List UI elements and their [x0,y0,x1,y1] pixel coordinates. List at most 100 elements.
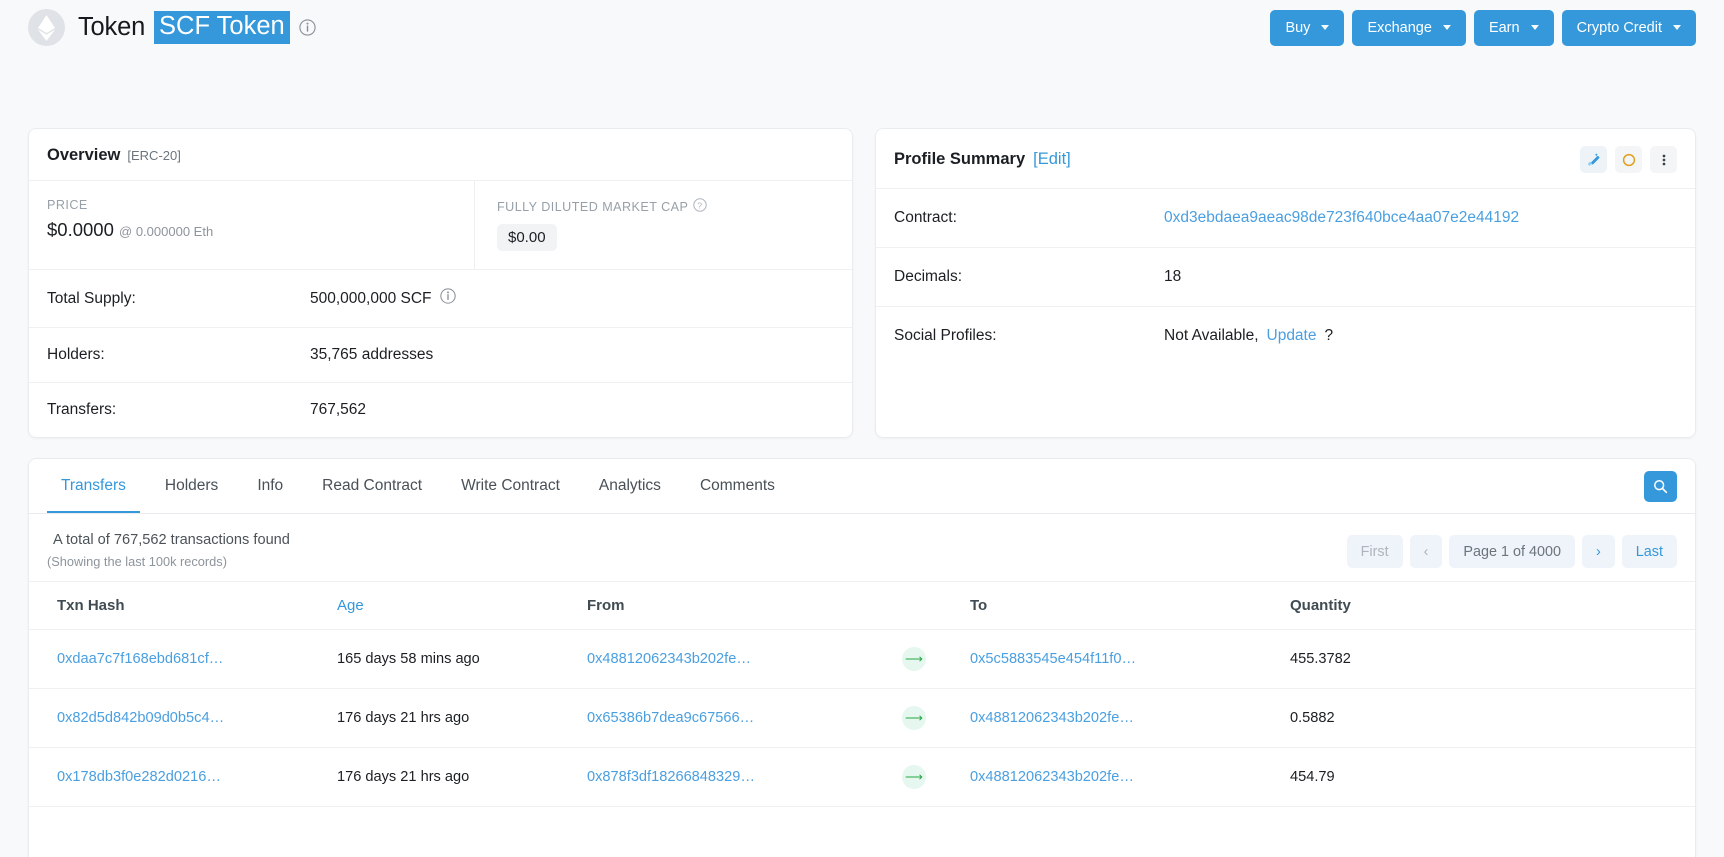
transactions-panel: Transfers Holders Info Read Contract Wri… [28,458,1696,857]
txn-quantity: 455.3782 [1282,629,1695,689]
chevron-down-icon [1321,25,1330,30]
total-supply-label: Total Supply: [47,289,136,307]
info-circle-icon[interactable] [299,19,316,36]
social-profiles-row: Social Profiles: Not Available, Update ? [876,307,1695,365]
circle-icon[interactable] [1615,146,1642,173]
pagination-next-button[interactable]: › [1582,535,1615,568]
price-value-wrap: $0.0000 @ 0.000000 Eth [47,219,456,241]
tab-read-contract[interactable]: Read Contract [308,460,436,513]
summary-cards-row: Overview [ERC-20] PRICE $0.0000 @ 0.0000… [28,128,1696,438]
buy-button-label: Buy [1285,19,1311,36]
tab-holders[interactable]: Holders [151,460,232,513]
ethereum-diamond-icon [28,9,65,46]
question-circle-icon[interactable]: ? [693,198,708,215]
transfers-table: Txn Hash Age From To Quantity 0xdaa7c7f1… [29,581,1695,807]
total-transactions-text: A total of 767,562 transactions found [53,532,290,548]
top-bar: Token SCF Token Buy Exchange Earn Crypto… [0,0,1724,55]
more-vertical-icon[interactable] [1650,146,1677,173]
price-eth-value: @ 0.000000 Eth [119,224,214,239]
total-supply-value-wrap: 500,000,000 SCF [310,288,456,309]
fully-diluted-market-cap-cell: FULLY DILUTED MARKET CAP ? $0.00 [474,181,852,269]
chevron-down-icon [1673,25,1681,30]
transfers-value: 767,562 [310,401,367,418]
brand: Token SCF Token [28,9,316,46]
fdmc-value: $0.00 [497,224,557,251]
column-quantity: Quantity [1282,581,1695,630]
decimals-label: Decimals: [894,268,963,285]
to-address-link[interactable]: 0x48812062343b202fe… [970,769,1134,785]
tab-info[interactable]: Info [243,460,297,513]
profile-summary-header: Profile Summary [Edit] [876,129,1695,189]
social-help-mark: ? [1324,327,1334,344]
pagination-last-button[interactable]: Last [1621,535,1677,568]
tab-transfers[interactable]: Transfers [47,460,140,513]
profile-summary-card: Profile Summary [Edit] Contract: 0xd3ebd… [875,128,1696,438]
price-row: PRICE $0.0000 @ 0.000000 Eth FULLY DILUT… [29,181,852,270]
overview-subtitle: [ERC-20] [127,148,181,163]
price-value: $0.0000 [47,219,114,240]
contract-row: Contract: 0xd3ebdaea9aeac98de723f640bce4… [876,189,1695,248]
from-address-link[interactable]: 0x65386b7dea9c67566… [587,710,754,726]
decimals-value: 18 [1164,268,1182,285]
tab-write-contract[interactable]: Write Contract [447,460,574,513]
arrow-right-icon: ⟶ [902,647,926,671]
chevron-down-icon [1530,25,1539,30]
buy-button[interactable]: Buy [1270,9,1345,46]
total-supply-value: 500,000,000 SCF [310,289,432,307]
transfers-label: Transfers: [47,401,117,418]
table-row: 0x178db3f0e282d0216… 176 days 21 hrs ago… [29,747,1695,807]
from-address-link[interactable]: 0x878f3df18266848329… [587,769,755,785]
tab-comments[interactable]: Comments [686,460,789,513]
profile-edit-link[interactable]: [Edit] [1033,150,1071,169]
overview-card-header: Overview [ERC-20] [29,129,852,181]
total-supply-row: Total Supply: 500,000,000 SCF [29,270,852,328]
overview-card: Overview [ERC-20] PRICE $0.0000 @ 0.0000… [28,128,853,438]
txn-age: 176 days 21 hrs ago [329,747,579,807]
tab-analytics[interactable]: Analytics [585,460,675,513]
pagination-first-button[interactable]: First [1346,535,1403,568]
earn-button-label: Earn [1488,19,1520,36]
social-update-link[interactable]: Update [1267,327,1317,345]
social-profiles-label: Social Profiles: [894,327,997,344]
column-direction [894,581,962,630]
crypto-credit-button[interactable]: Crypto Credit [1561,9,1696,46]
chevron-down-icon [1442,25,1451,30]
profile-actions [1580,146,1677,173]
pagination-prev-button[interactable]: ‹ [1409,535,1443,568]
overview-title: Overview [47,146,121,164]
pagination-page-label: Page 1 of 4000 [1449,535,1575,568]
earn-button[interactable]: Earn [1473,9,1554,46]
column-age[interactable]: Age [329,581,579,630]
social-profiles-value: Not Available, [1164,327,1259,344]
profile-summary-title: Profile Summary [894,150,1026,168]
info-circle-icon[interactable] [439,288,456,309]
top-nav: Buy Exchange Earn Crypto Credit [1270,9,1696,46]
to-address-link[interactable]: 0x5c5883545e454f11f0… [970,651,1136,667]
txn-age: 165 days 58 mins ago [329,629,579,689]
exchange-button-label: Exchange [1367,19,1432,36]
column-txn-hash: Txn Hash [29,581,329,630]
column-to: To [962,581,1282,630]
table-toolbar: A total of 767,562 transactions found (S… [29,514,1695,581]
txn-hash-link[interactable]: 0xdaa7c7f168ebd681cf… [57,651,223,667]
arrow-right-icon: ⟶ [902,765,926,789]
exchange-button[interactable]: Exchange [1352,9,1466,46]
page-body: Overview [ERC-20] PRICE $0.0000 @ 0.0000… [0,128,1724,857]
contract-label: Contract: [894,209,957,226]
from-address-link[interactable]: 0x48812062343b202fe… [587,651,751,667]
txn-age: 176 days 21 hrs ago [329,688,579,748]
magic-wand-icon[interactable] [1580,146,1607,173]
page-title: Token [78,13,146,41]
token-name: SCF Token [154,11,290,44]
txn-hash-link[interactable]: 0x82d5d842b09d0b5c4… [57,710,224,726]
txn-quantity: 454.79 [1282,747,1695,807]
search-icon[interactable] [1644,470,1677,502]
fdmc-label-wrap: FULLY DILUTED MARKET CAP ? [497,198,834,215]
txn-quantity: 0.5882 [1282,688,1695,748]
table-body: 0xdaa7c7f168ebd681cf… 165 days 58 mins a… [29,629,1695,807]
to-address-link[interactable]: 0x48812062343b202fe… [970,710,1134,726]
contract-address-link[interactable]: 0xd3ebdaea9aeac98de723f640bce4aa07e2e441… [1164,209,1519,227]
table-row: 0x82d5d842b09d0b5c4… 176 days 21 hrs ago… [29,688,1695,748]
txn-hash-link[interactable]: 0x178db3f0e282d0216… [57,769,221,785]
table-row: 0xdaa7c7f168ebd681cf… 165 days 58 mins a… [29,629,1695,689]
